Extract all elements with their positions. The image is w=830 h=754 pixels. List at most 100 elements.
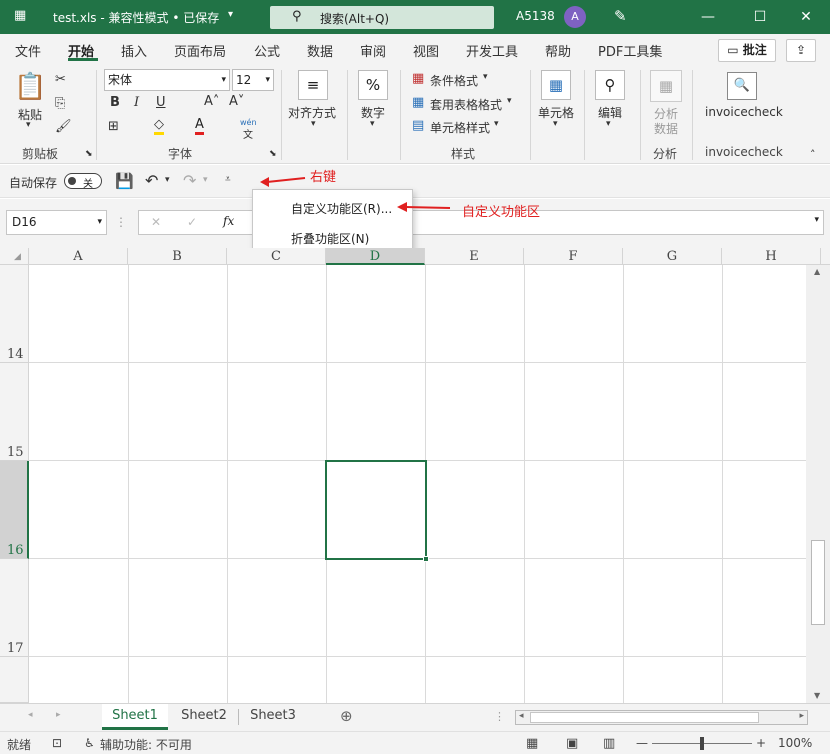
share-button[interactable]: ⇪	[786, 39, 816, 62]
cell-style-label[interactable]: 单元格样式	[430, 119, 490, 136]
horizontal-scrollbar[interactable]: ◂ ▸	[515, 710, 808, 725]
chevron-down-icon[interactable]: ▾	[507, 96, 512, 106]
tab-insert[interactable]: 插入	[121, 41, 147, 60]
conditional-format-label[interactable]: 条件格式	[430, 72, 478, 89]
page-break-view-icon[interactable]: ▥	[603, 736, 615, 751]
border-icon[interactable]: ⊞	[108, 119, 119, 134]
row-header-selected[interactable]: 16	[0, 461, 29, 559]
chevron-down-icon[interactable]: ▾	[494, 119, 499, 129]
zoom-slider-thumb[interactable]	[700, 737, 704, 750]
column-header[interactable]: G	[623, 248, 722, 265]
expand-formula-icon[interactable]: ▾	[814, 215, 819, 225]
font-name-select[interactable]: 宋体 ▾	[104, 69, 230, 91]
next-sheet-icon[interactable]: ▸	[56, 710, 61, 720]
save-icon[interactable]: 💾	[115, 172, 134, 190]
collapse-ribbon-icon[interactable]: ˄	[810, 148, 816, 161]
underline-icon[interactable]: U	[156, 95, 166, 110]
chevron-down-icon[interactable]: ▾	[203, 175, 208, 185]
column-header[interactable]: B	[128, 248, 227, 265]
format-painter-icon[interactable]: 🖌	[55, 119, 72, 134]
chevron-down-icon[interactable]: ▾	[311, 119, 316, 129]
font-color-icon[interactable]: A	[195, 117, 204, 135]
chevron-down-icon[interactable]: ▾	[370, 119, 375, 129]
increase-font-icon[interactable]: A˄	[204, 94, 219, 109]
table-format-label[interactable]: 套用表格格式	[430, 96, 502, 113]
tab-view[interactable]: 视图	[413, 41, 439, 60]
conditional-format-icon[interactable]: ▦	[412, 71, 424, 86]
bold-icon[interactable]: B	[110, 95, 120, 110]
row-header[interactable]: 15	[0, 363, 29, 461]
chevron-down-icon[interactable]: ▾	[483, 72, 488, 82]
chevron-down-icon[interactable]: ▾	[606, 119, 611, 129]
cells-icon[interactable]: ▦	[541, 70, 571, 100]
tab-developer[interactable]: 开发工具	[466, 41, 518, 60]
macro-record-icon[interactable]: ⊡	[52, 736, 62, 750]
table-format-icon[interactable]: ▦	[412, 95, 424, 110]
add-sheet-icon[interactable]: ⊕	[340, 707, 353, 725]
sheet-tab[interactable]: Sheet3	[240, 704, 306, 730]
accessibility-status[interactable]: 辅助功能: 不可用	[100, 736, 192, 753]
maximize-button[interactable]: ☐	[740, 4, 780, 30]
column-header[interactable]: E	[425, 248, 524, 265]
zoom-in-icon[interactable]: +	[756, 736, 766, 750]
zoom-out-icon[interactable]: —	[636, 736, 648, 750]
name-box[interactable]: D16 ▾	[6, 210, 107, 235]
invoicecheck-label[interactable]: invoicecheck	[705, 105, 783, 119]
scroll-right-icon[interactable]: ▸	[799, 711, 804, 721]
row-header[interactable]	[0, 657, 29, 703]
sheet-tab[interactable]: Sheet2	[172, 704, 236, 730]
undo-icon[interactable]: ↶	[145, 171, 158, 190]
column-header[interactable]: C	[227, 248, 326, 265]
tab-pdf-tools[interactable]: PDF工具集	[598, 41, 662, 60]
redo-icon[interactable]: ↷	[183, 171, 196, 190]
close-button[interactable]: ✕	[786, 4, 826, 30]
vertical-scrollbar[interactable]: ▲ ▼	[806, 265, 830, 703]
tab-page-layout[interactable]: 页面布局	[174, 41, 226, 60]
page-layout-view-icon[interactable]: ▣	[566, 736, 578, 751]
align-icon[interactable]: ≡	[298, 70, 328, 100]
spreadsheet-grid[interactable]: ◢ A B C D E F G H 14 15 16 17 ▲ ▼	[0, 248, 830, 703]
chevron-down-icon[interactable]: ▾	[553, 119, 558, 129]
paste-icon[interactable]: 📋	[14, 72, 46, 102]
cell-style-icon[interactable]: ▤	[412, 118, 424, 133]
cancel-icon[interactable]: ✕	[151, 215, 161, 229]
clipboard-launcher-icon[interactable]: ⬊	[85, 149, 93, 159]
selected-cell[interactable]	[325, 460, 427, 560]
cut-icon[interactable]: ✂	[55, 72, 66, 87]
percent-icon[interactable]: %	[358, 70, 388, 100]
tab-data[interactable]: 数据	[307, 41, 333, 60]
tab-formulas[interactable]: 公式	[254, 41, 280, 60]
row-header[interactable]: 17	[0, 559, 29, 657]
copy-icon[interactable]: ⎘	[55, 96, 65, 111]
collapse-ribbon-item[interactable]: 折叠功能区(N)	[291, 230, 369, 247]
autosave-toggle[interactable]: 关	[64, 173, 102, 190]
scroll-up-icon[interactable]: ▲	[814, 267, 820, 276]
prev-sheet-icon[interactable]: ◂	[28, 710, 33, 720]
tab-review[interactable]: 审阅	[360, 41, 386, 60]
tab-split-handle[interactable]: ⋮	[494, 710, 505, 723]
column-header-selected[interactable]: D	[326, 248, 425, 265]
sheet-tab-active[interactable]: Sheet1	[102, 704, 168, 730]
function-icon[interactable]: fx	[223, 214, 234, 228]
search-box[interactable]: ⚲ 搜索(Alt+Q)	[270, 6, 494, 29]
font-size-select[interactable]: 12 ▾	[232, 69, 274, 91]
tab-file[interactable]: 文件	[15, 41, 41, 60]
paste-dropdown-icon[interactable]: ▾	[26, 120, 31, 130]
invoicecheck-icon[interactable]: 🔍	[727, 72, 757, 100]
scroll-down-icon[interactable]: ▼	[814, 691, 820, 700]
column-header[interactable]: A	[29, 248, 128, 265]
avatar[interactable]: A	[564, 6, 586, 28]
decrease-font-icon[interactable]: A˅	[229, 94, 244, 109]
find-icon[interactable]: ⚲	[595, 70, 625, 100]
fill-color-icon[interactable]: ◇	[154, 117, 164, 135]
chevron-down-icon[interactable]: ▾	[165, 175, 170, 185]
font-launcher-icon[interactable]: ⬊	[269, 149, 277, 159]
hscroll-thumb[interactable]	[530, 712, 759, 723]
column-header[interactable]: F	[524, 248, 623, 265]
comments-button[interactable]: ▭ 批注	[718, 39, 776, 62]
customize-qat-icon[interactable]: ⩡	[225, 174, 231, 185]
scroll-thumb[interactable]	[811, 540, 825, 625]
name-box-resize-icon[interactable]: ⋮	[115, 215, 127, 229]
enter-icon[interactable]: ✓	[187, 215, 197, 229]
column-header[interactable]: H	[722, 248, 821, 265]
